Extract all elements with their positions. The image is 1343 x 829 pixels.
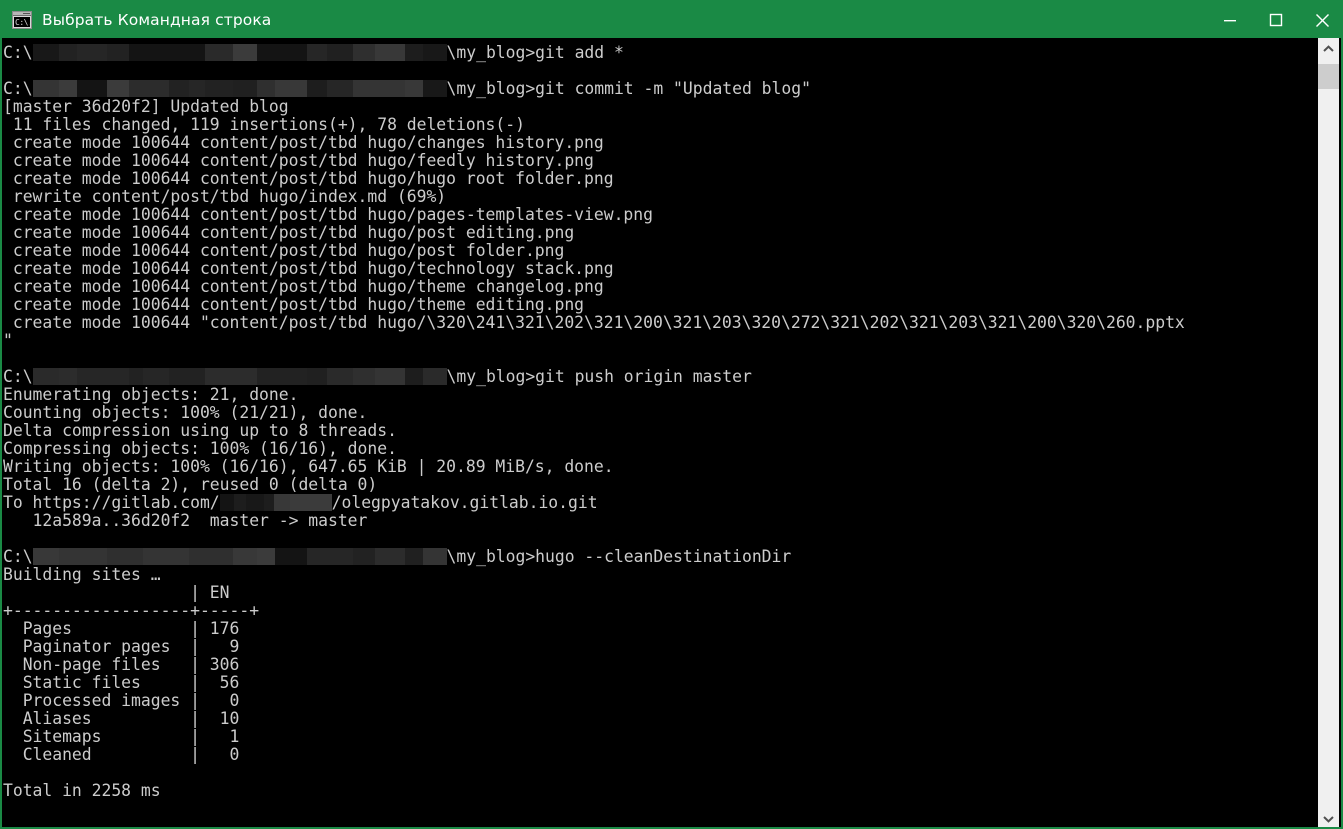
console-output-line: rewrite content/post/tbd hugo/index.md (… [3, 188, 1185, 206]
console-output-line: create mode 100644 content/post/tbd hugo… [3, 224, 1185, 242]
console-output-line: 11 files changed, 119 insertions(+), 78 … [3, 116, 1185, 134]
remote-url-prefix: To https://gitlab.com/ [3, 493, 220, 512]
prompt-command: \my_blog>git commit -m "Updated blog" [447, 79, 811, 98]
redacted-path [33, 548, 447, 565]
scrollbar-thumb[interactable] [1318, 64, 1339, 89]
console-output-line: create mode 100644 content/post/tbd hugo… [3, 134, 1185, 152]
title-bar[interactable]: C:\. Выбрать Командная строка [2, 2, 1343, 38]
console-output-line: Sitemaps | 1 [3, 728, 1185, 746]
console-output-line: create mode 100644 content/post/tbd hugo… [3, 278, 1185, 296]
prompt-command: \my_blog>git push origin master [447, 367, 752, 386]
console-output-line: create mode 100644 content/post/tbd hugo… [3, 296, 1185, 314]
console-output-line: Paginator pages | 9 [3, 638, 1185, 656]
console-output-line: Processed images | 0 [3, 692, 1185, 710]
close-icon [1315, 13, 1330, 28]
redacted-path [33, 368, 447, 385]
console-output-line: | EN [3, 584, 1185, 602]
console-output-line: Compressing objects: 100% (16/16), done. [3, 440, 1185, 458]
prompt-command: \my_blog>hugo --cleanDestinationDir [447, 547, 792, 566]
console-output-line: create mode 100644 content/post/tbd hugo… [3, 206, 1185, 224]
window-controls [1207, 2, 1343, 38]
remote-url-suffix: /olegpyatakov.gitlab.io.git [332, 493, 598, 512]
minimize-button[interactable] [1207, 2, 1253, 38]
prompt-drive: C:\ [3, 547, 33, 566]
console-url-line: To https://gitlab.com/ /olegpyatakov.gitl… [3, 494, 1185, 512]
console-prompt-line: C:\ \my_blog>git commit -m "Updated blog" [3, 80, 1185, 98]
prompt-command: \my_blog>git add * [447, 43, 624, 62]
console-prompt-line: C:\ \my_blog>git push origin master [3, 368, 1185, 386]
prompt-drive: C:\ [3, 367, 33, 386]
console-output-line: Writing objects: 100% (16/16), 647.65 Ki… [3, 458, 1185, 476]
console-output-line: [master 36d20f2] Updated blog [3, 98, 1185, 116]
scroll-up-button[interactable] [1318, 38, 1339, 59]
close-button[interactable] [1299, 2, 1343, 38]
console-output-line: Cleaned | 0 [3, 746, 1185, 764]
console-output-line: create mode 100644 content/post/tbd hugo… [3, 242, 1185, 260]
scroll-down-button[interactable] [1318, 808, 1339, 829]
cmd-window: C:\. Выбрать Командная строка [0, 0, 1343, 829]
console-output-line: Building sites … [3, 566, 1185, 584]
chevron-down-icon [1323, 815, 1334, 823]
console-scrollbar[interactable] [1318, 38, 1339, 829]
console-lines: C:\ \my_blog>git add * C:\ \my_blog>git com… [2, 38, 1185, 800]
console-prompt-line: C:\ \my_blog>git add * [3, 44, 1185, 62]
console-output-line: Static files | 56 [3, 674, 1185, 692]
console-output-line: Aliases | 10 [3, 710, 1185, 728]
console-output-line: Non-page files | 306 [3, 656, 1185, 674]
console-output-line: Total in 2258 ms [3, 782, 1185, 800]
redacted-path [33, 80, 447, 97]
console-prompt-line: C:\ \my_blog>hugo --cleanDestinationDir [3, 548, 1185, 566]
window-title: Выбрать Командная строка [42, 2, 271, 38]
console-output-line: create mode 100644 "content/post/tbd hug… [3, 314, 1185, 332]
minimize-icon [1223, 13, 1237, 27]
console-output-area[interactable]: C:\ \my_blog>git add * C:\ \my_blog>git com… [2, 38, 1322, 829]
cmd-icon: C:\. [12, 11, 32, 29]
console-blank-line [3, 62, 1185, 80]
console-output-line: Enumerating objects: 21, done. [3, 386, 1185, 404]
maximize-icon [1269, 13, 1283, 27]
cmd-icon-titlebar [13, 12, 31, 16]
console-output-line: Total 16 (delta 2), reused 0 (delta 0) [3, 476, 1185, 494]
prompt-drive: C:\ [3, 79, 33, 98]
console-output-line: " [3, 332, 1185, 350]
console-blank-line [3, 530, 1185, 548]
chevron-up-icon [1323, 45, 1334, 53]
prompt-drive: C:\ [3, 43, 33, 62]
redacted-path [220, 494, 332, 511]
console-blank-line [3, 764, 1185, 782]
maximize-button[interactable] [1253, 2, 1299, 38]
console-output-line: create mode 100644 content/post/tbd hugo… [3, 170, 1185, 188]
console-output-line: create mode 100644 content/post/tbd hugo… [3, 260, 1185, 278]
console-output-line: create mode 100644 content/post/tbd hugo… [3, 152, 1185, 170]
console-output-line: Pages | 176 [3, 620, 1185, 638]
console-output-line: +------------------+-----+ [3, 602, 1185, 620]
console-output-line: 12a589a..36d20f2 master -> master [3, 512, 1185, 530]
console-blank-line [3, 350, 1185, 368]
console-output-line: Delta compression using up to 8 threads. [3, 422, 1185, 440]
cmd-icon-screen: C:\. [14, 17, 30, 27]
redacted-path [33, 44, 447, 61]
console-output-line: Counting objects: 100% (21/21), done. [3, 404, 1185, 422]
